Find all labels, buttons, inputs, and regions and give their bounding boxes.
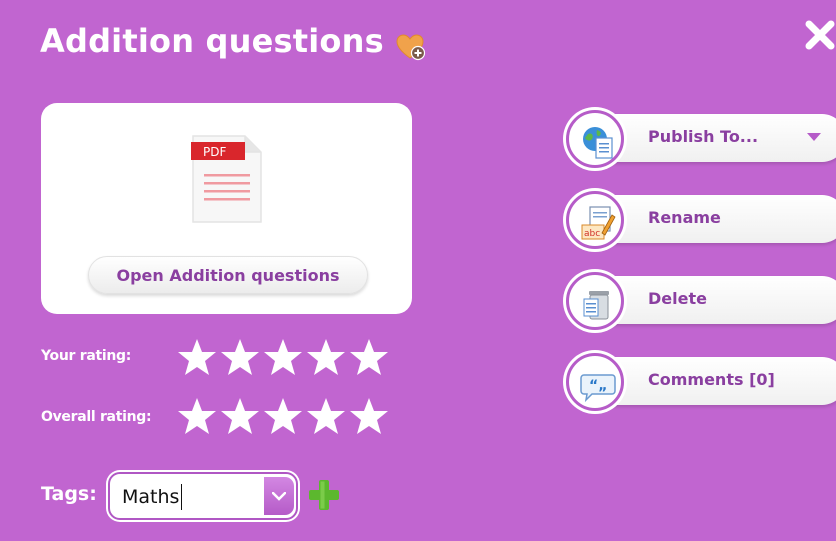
chevron-down-icon: [272, 492, 286, 501]
caret-down-icon: [807, 133, 821, 141]
open-file-button[interactable]: Open Addition questions: [88, 256, 368, 294]
tags-dropdown-button[interactable]: [264, 477, 294, 515]
svg-text:abc: abc: [584, 229, 600, 239]
star-icon[interactable]: [220, 337, 260, 377]
star-icon: [307, 398, 345, 434]
star-icon: [264, 398, 302, 434]
page-title: Addition questions: [40, 22, 384, 60]
star-icon[interactable]: [177, 337, 217, 377]
plus-icon: [309, 480, 339, 510]
star-icon: [221, 398, 259, 434]
publish-icon-circle: [566, 110, 624, 168]
rename-button[interactable]: abc Rename: [566, 191, 836, 249]
dialog-title: Addition questions: [40, 22, 426, 61]
star-icon[interactable]: [263, 337, 303, 377]
overall-rating-stars: [177, 396, 389, 436]
your-rating-stars[interactable]: [177, 337, 389, 377]
delete-icon-circle: [566, 272, 624, 330]
your-rating-label: Your rating:: [41, 348, 132, 364]
pdf-file-icon: PDF: [191, 134, 263, 224]
trash-icon: [583, 291, 609, 320]
close-icon: [805, 20, 835, 50]
speech-bubble-icon: “„: [580, 374, 616, 403]
rename-label: Rename: [648, 208, 721, 227]
add-tag-button[interactable]: [307, 478, 341, 512]
delete-label: Delete: [648, 289, 707, 308]
publish-to-button[interactable]: Publish To...: [566, 110, 836, 168]
svg-text:“„: “„: [589, 378, 607, 394]
globe-document-icon: [583, 127, 613, 159]
comments-icon-circle: “„: [566, 353, 624, 411]
star-icon: [178, 398, 216, 434]
tags-input[interactable]: Maths: [122, 484, 183, 510]
star-icon[interactable]: [306, 337, 346, 377]
star-icon: [350, 398, 388, 434]
tags-combobox[interactable]: Maths: [108, 472, 298, 520]
close-button[interactable]: [805, 18, 835, 52]
comments-button[interactable]: “„ Comments [0]: [566, 353, 836, 411]
tags-label: Tags:: [41, 483, 97, 505]
star-icon[interactable]: [349, 337, 389, 377]
publish-label: Publish To...: [648, 127, 759, 146]
overall-rating-label: Overall rating:: [41, 409, 152, 425]
delete-button[interactable]: Delete: [566, 272, 836, 330]
pdf-type-text: PDF: [203, 145, 226, 159]
heart-plus-icon[interactable]: [396, 31, 426, 61]
rename-icon-circle: abc: [566, 191, 624, 249]
comments-label: Comments [0]: [648, 370, 775, 389]
file-card: PDF Open Addition questions: [41, 103, 412, 314]
rename-abc-icon: abc: [581, 206, 616, 240]
